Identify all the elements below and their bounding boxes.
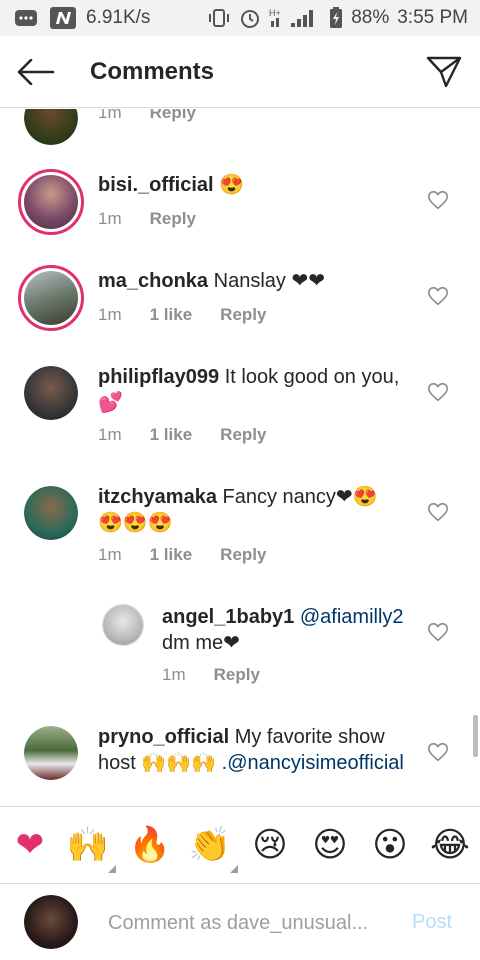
emoji-heart-button[interactable]: ❤ bbox=[8, 825, 52, 865]
avatar[interactable] bbox=[24, 486, 78, 540]
comment-mention[interactable]: @afiamilly2 bbox=[300, 606, 404, 628]
comment-meta: 1m 1 like Reply bbox=[98, 305, 266, 325]
back-arrow-icon bbox=[17, 58, 55, 85]
avatar[interactable] bbox=[24, 726, 78, 780]
comment-time: 1m bbox=[98, 209, 122, 228]
comment-body: angel_1baby1 @afiamilly2 dm me❤ bbox=[162, 604, 412, 656]
comment-body: ma_chonka Nanslay ❤❤ bbox=[98, 268, 408, 294]
comment-input[interactable] bbox=[108, 907, 388, 939]
scrollbar-thumb[interactable] bbox=[473, 715, 478, 757]
comment-time: 1m bbox=[98, 305, 122, 324]
alarm-icon bbox=[239, 7, 261, 29]
heart-icon[interactable] bbox=[427, 741, 449, 763]
avatar-story[interactable] bbox=[18, 265, 84, 331]
comment-body: philipflay099 It look good on you, 💕 bbox=[98, 364, 408, 416]
heart-icon[interactable] bbox=[427, 381, 449, 403]
back-button[interactable] bbox=[0, 36, 72, 108]
comment-time: 1m bbox=[98, 425, 122, 444]
comment-composer: Post bbox=[0, 885, 480, 960]
avatar-story[interactable] bbox=[18, 169, 84, 235]
emoji-laugh-button[interactable]: 😂 bbox=[428, 825, 472, 865]
comment-time: 1m bbox=[98, 545, 122, 564]
comment-username[interactable]: bisi._official bbox=[98, 174, 214, 196]
emoji-cry-button[interactable]: 😢 bbox=[248, 825, 292, 865]
signal-icon: H+ bbox=[269, 7, 321, 29]
comment-meta: 1m Reply bbox=[98, 209, 196, 229]
network-type: H+ bbox=[269, 8, 281, 18]
comment-text: 😍 bbox=[219, 174, 245, 196]
avatar[interactable] bbox=[24, 366, 78, 420]
share-button[interactable] bbox=[408, 36, 480, 108]
reply-button[interactable]: Reply bbox=[214, 665, 260, 685]
avatar[interactable] bbox=[24, 109, 78, 145]
header: Comments bbox=[0, 36, 480, 108]
my-avatar bbox=[24, 895, 78, 949]
comment-meta: 1m 1 like Reply bbox=[98, 545, 266, 565]
heart-icon[interactable] bbox=[427, 285, 449, 307]
comment-meta: 1m Reply bbox=[98, 109, 196, 123]
skin-tone-indicator bbox=[108, 865, 116, 873]
comment-username[interactable]: pryno_official bbox=[98, 726, 229, 748]
heart-icon[interactable] bbox=[427, 501, 449, 523]
likes-count[interactable]: 1 like bbox=[150, 425, 193, 445]
reply-button[interactable]: Reply bbox=[220, 305, 266, 325]
comment-time: 1m bbox=[162, 665, 186, 684]
likes-count[interactable]: 1 like bbox=[150, 545, 193, 565]
clock: 3:55 PM bbox=[397, 7, 468, 28]
messages-icon bbox=[14, 8, 40, 28]
likes-count[interactable]: 1 like bbox=[150, 305, 193, 325]
comment-text: Nanslay ❤❤ bbox=[213, 270, 325, 292]
avatar[interactable] bbox=[102, 604, 144, 646]
comment-body: pryno_official My favorite show host 🙌🙌🙌… bbox=[98, 724, 408, 776]
skin-tone-indicator bbox=[230, 865, 238, 873]
heart-icon[interactable] bbox=[427, 621, 449, 643]
battery-level: 88% bbox=[351, 7, 390, 28]
page-title: Comments bbox=[90, 57, 215, 85]
emoji-fire-button[interactable]: 🔥 bbox=[128, 825, 172, 865]
emoji-clap-button[interactable]: 👏 bbox=[188, 825, 232, 865]
comments-list[interactable]: 1m Reply bisi._official 😍 1m Reply ma_ch… bbox=[0, 109, 480, 806]
emoji-raised-hands-button[interactable]: 🙌 bbox=[66, 825, 110, 865]
direct-send-icon bbox=[426, 56, 462, 87]
comment-meta: 1m 1 like Reply bbox=[98, 425, 266, 445]
status-bar: 6.91K/s H+ 88% 3:55 PM bbox=[0, 0, 480, 36]
comment-username[interactable]: philipflay099 bbox=[98, 366, 219, 388]
reply-button[interactable]: Reply bbox=[150, 209, 196, 229]
reply-button[interactable]: Reply bbox=[220, 545, 266, 565]
post-button[interactable]: Post bbox=[412, 911, 452, 934]
quick-emoji-bar: ❤ 🙌 🔥 👏 😢 😍 😮 😂 bbox=[0, 806, 480, 884]
emoji-surprised-button[interactable]: 😮 bbox=[368, 825, 412, 865]
comment-mention[interactable]: .@nancyisimeofficial bbox=[222, 752, 404, 774]
vibrate-icon bbox=[207, 8, 231, 28]
comment-body: itzchyamaka Fancy nancy❤😍 😍😍😍 bbox=[98, 484, 408, 536]
reply-button[interactable]: Reply bbox=[220, 425, 266, 445]
network-speed: 6.91K/s bbox=[86, 7, 151, 28]
comment-username[interactable]: ma_chonka bbox=[98, 270, 208, 292]
comment-username[interactable]: itzchyamaka bbox=[98, 486, 217, 508]
reply-button[interactable]: Reply bbox=[150, 109, 196, 123]
comment-text: dm me❤ bbox=[162, 632, 240, 654]
n-app-icon bbox=[50, 7, 76, 29]
comment-body: bisi._official 😍 bbox=[98, 172, 408, 198]
emoji-heart-eyes-button[interactable]: 😍 bbox=[308, 825, 352, 865]
comment-time: 1m bbox=[98, 109, 122, 122]
comment-username[interactable]: angel_1baby1 bbox=[162, 606, 294, 628]
comment-meta: 1m Reply bbox=[162, 665, 260, 685]
battery-icon bbox=[329, 7, 343, 29]
heart-icon[interactable] bbox=[427, 189, 449, 211]
